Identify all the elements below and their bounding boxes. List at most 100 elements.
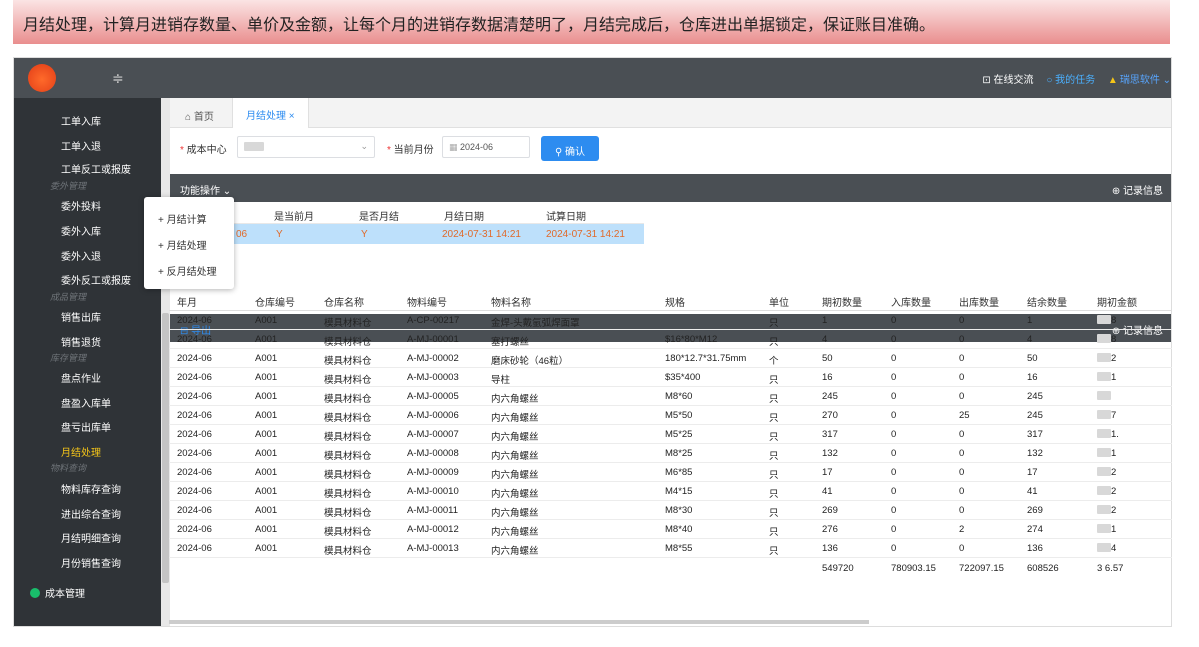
sidebar-item[interactable]: 工单入库 <box>61 113 101 128</box>
table-cell: M4*15 <box>665 486 693 497</box>
cost-center-label: * 成本中心 <box>180 145 227 156</box>
banner-text: 月结处理，计算月进销存数量、单价及金额，让每个月的进销存数据清楚明了，月结完成后… <box>23 15 936 34</box>
sidebar-item[interactable]: 物料库存查询 <box>61 481 121 496</box>
table-cell: 0 <box>891 372 897 383</box>
table-cell: A-MJ-00006 <box>407 410 459 421</box>
top-right-tools: ⊡ 在线交流 ○ 我的任务 ▲ 瑞思软件 ⌄ <box>972 71 1171 86</box>
table-cell: 2024-06 <box>177 334 212 345</box>
table-cell: 0 <box>891 467 897 478</box>
table-cell: A-MJ-00008 <box>407 448 459 459</box>
total-cell: 722097.15 <box>959 563 1004 574</box>
table-row[interactable]: 2024-06 A001 模具材料仓 A-MJ-00008 内六角螺丝 M8*25 只 132… <box>169 444 1172 463</box>
sidebar-item-cost-management[interactable]: 成本管理 <box>30 585 85 600</box>
col-header: 物料编号 <box>407 298 447 309</box>
table1-row-selected[interactable]: 06 Y Y 2024-07-31 14:21 2024-07-31 14:21 <box>184 224 644 244</box>
sidebar-item[interactable]: 委外入退 <box>61 248 101 263</box>
table-cell: 2024-06 <box>177 467 212 478</box>
table-cell: 41 <box>1027 486 1038 497</box>
table-cell: 7 <box>1097 410 1116 421</box>
sidebar-item[interactable]: 月结明细查询 <box>61 530 121 545</box>
table-row[interactable]: 2024-06 A001 模具材料仓 A-MJ-00007 内六角螺丝 M5*25 只 317… <box>169 425 1172 444</box>
table-cell: 0 <box>891 505 897 516</box>
month-picker[interactable]: ▦ 2024-06 <box>442 136 530 158</box>
sidebar-item[interactable]: 盘亏出库单 <box>61 419 111 434</box>
table-cell: 0 <box>959 505 965 516</box>
table-cell: 25 <box>959 410 970 421</box>
table-cell: 2024-06 <box>177 372 212 383</box>
table-cell: 245 <box>1027 391 1043 402</box>
table-row[interactable]: 2024-06 A001 模具材料仓 A-MJ-00003 导柱 $35*400 只 16 0 0… <box>169 368 1172 387</box>
table-row[interactable]: 2024-06 A001 模具材料仓 A-MJ-00005 内六角螺丝 M8*60 只 245… <box>169 387 1172 406</box>
col-header: 入库数量 <box>891 298 931 309</box>
calendar-icon: ▦ <box>449 142 461 152</box>
table-row[interactable]: 2024-06 A001 模具材料仓 A-MJ-00009 内六角螺丝 M6*85 只 17 0… <box>169 463 1172 482</box>
blurred-value <box>1097 315 1111 324</box>
table-cell: 317 <box>1027 429 1043 440</box>
online-chat-link[interactable]: ⊡ 在线交流 <box>982 75 1033 86</box>
sidebar-scroll-thumb[interactable] <box>162 313 169 583</box>
table-cell: 16 <box>822 372 833 383</box>
table-cell: 2 <box>959 524 965 535</box>
col-header: 期初数量 <box>822 298 862 309</box>
sidebar-item[interactable]: 委外投料 <box>61 198 101 213</box>
horizontal-scrollbar[interactable] <box>169 620 869 624</box>
blurred-value <box>1097 353 1111 362</box>
sidebar-item[interactable]: 工单入退 <box>61 138 101 153</box>
table-row[interactable]: 2024-06 A001 模具材料仓 A-MJ-00012 内六角螺丝 M8*40 只 276… <box>169 520 1172 539</box>
table-cell: 内六角螺丝 <box>491 413 539 424</box>
month-label: * 当前月份 <box>387 145 434 156</box>
table-row[interactable]: 2024-06 A001 模具材料仓 A-MJ-00002 磨床砂轮（46粒） 180*1… <box>169 349 1172 368</box>
table-cell: A001 <box>255 524 278 535</box>
sidebar-item[interactable]: 委外反工或报废 <box>61 272 131 287</box>
table-row[interactable]: 2024-06 A001 模具材料仓 A-MJ-00006 内六角螺丝 M5*50 只 270… <box>169 406 1172 425</box>
cost-center-select[interactable]: ​⌄ <box>237 136 375 158</box>
sidebar-item[interactable]: 盘点作业 <box>61 370 101 385</box>
table-cell: 只 <box>769 470 779 481</box>
blurred-value <box>1097 391 1111 400</box>
col-header: 物料名称 <box>491 298 531 309</box>
col-header: 年月 <box>177 298 197 309</box>
table-cell: 2024-06 <box>177 524 212 535</box>
sidebar-item[interactable]: 委外入库 <box>61 223 101 238</box>
tab-month-end[interactable]: 月结处理 × <box>232 98 309 128</box>
table-cell: A-MJ-00002 <box>407 353 459 364</box>
sidebar-item[interactable]: 销售出库 <box>61 309 101 324</box>
table-cell: 0 <box>891 429 897 440</box>
table-cell: 0 <box>959 334 965 345</box>
table-cell: 导柱 <box>491 375 511 386</box>
col-header: 试算日期 <box>546 212 586 223</box>
record-info-button[interactable]: ⊕ 记录信息 <box>1112 182 1163 197</box>
sidebar-item[interactable]: 进出综合查询 <box>61 506 121 521</box>
table-row[interactable]: 2024-06 A001 模具材料仓 A-MJ-00010 内六角螺丝 M4*15 只 41 0… <box>169 482 1172 501</box>
table-row[interactable]: 2024-06 A001 模具材料仓 A-MJ-00013 内六角螺丝 M8*55 只 136… <box>169 539 1172 558</box>
table-cell: A-MJ-00012 <box>407 524 459 535</box>
menu-item-month-process[interactable]: + 月结处理 <box>158 237 207 252</box>
user-menu[interactable]: 瑞思软件 ⌄ <box>1120 75 1171 86</box>
menu-toggle-icon[interactable]: ≑ <box>112 70 124 87</box>
table-cell: 内六角螺丝 <box>491 432 539 443</box>
table-cell: 136 <box>1027 543 1043 554</box>
confirm-button[interactable]: ⚲ 确认 <box>541 136 599 161</box>
table-cell: 模具材料仓 <box>324 432 372 443</box>
sidebar-item[interactable]: 销售退货 <box>61 334 101 349</box>
table-row[interactable]: 2024-06 A001 模具材料仓 A-MJ-00011 内六角螺丝 M8*30 只 269… <box>169 501 1172 520</box>
sidebar-item[interactable]: 工单反工或报废 <box>61 161 131 176</box>
table-row[interactable]: 2024-06 A001 模具材料仓 A-MJ-00001 塞打螺丝 $16*80*M12… <box>169 330 1172 349</box>
menu-item-reverse-month[interactable]: + 反月结处理 <box>158 263 217 278</box>
my-tasks-link[interactable]: ○ 我的任务 <box>1046 75 1095 86</box>
table-cell: 1 <box>1027 315 1033 326</box>
table-row[interactable]: 2024-06 A001 模具材料仓 A-CP-00217 金焊-头戴氩弧焊面罩 只 1 0 0… <box>169 311 1172 330</box>
total-cell: 549720 <box>822 563 854 574</box>
tab-home[interactable]: ⌂ 首页 <box>185 108 214 123</box>
col-header: 月结日期 <box>444 212 484 223</box>
menu-item-month-calc[interactable]: + 月结计算 <box>158 211 207 226</box>
table-cell: 16 <box>1027 372 1038 383</box>
sidebar-item-active[interactable]: 月结处理 <box>61 444 101 459</box>
sidebar-item[interactable]: 盘盈入库单 <box>61 395 111 410</box>
table-cell: M8*25 <box>665 448 693 459</box>
table-cell: A-MJ-00011 <box>407 505 459 516</box>
function-ops-dropdown[interactable]: 功能操作 ⌄ <box>180 182 231 197</box>
sidebar-item[interactable]: 月份销售查询 <box>61 555 121 570</box>
table-cell: A001 <box>255 315 278 326</box>
table-cell: 180*12.7*31.75mm <box>665 353 747 364</box>
